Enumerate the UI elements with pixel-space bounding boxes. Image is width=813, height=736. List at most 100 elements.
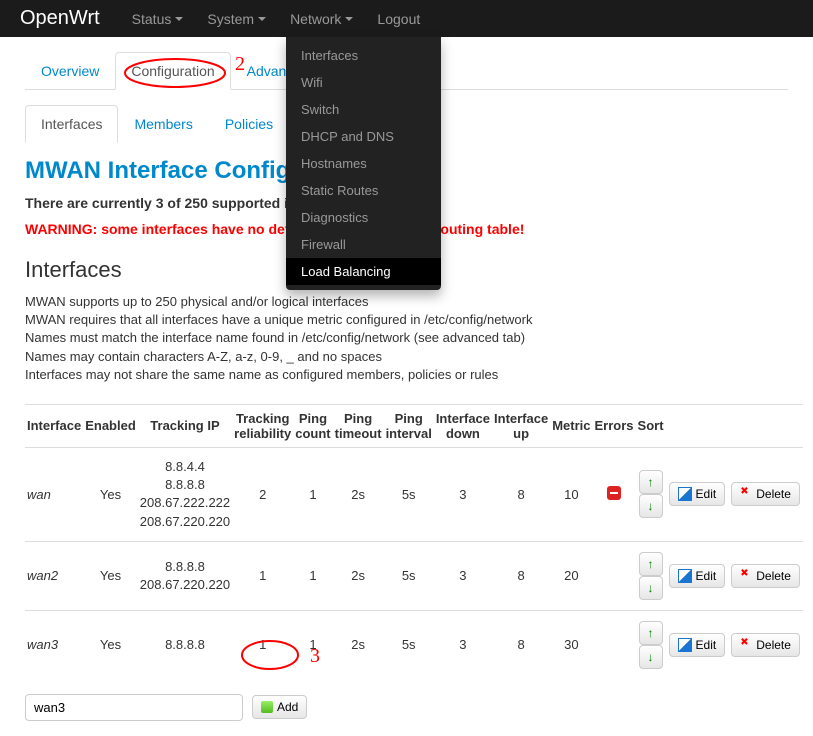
cell: wan2 xyxy=(25,541,83,610)
delete-button[interactable]: Delete xyxy=(731,482,800,506)
interfaces-table: InterfaceEnabledTracking IPTracking reli… xyxy=(25,404,803,679)
note-line: MWAN supports up to 250 physical and/or … xyxy=(25,293,788,311)
sort-cell xyxy=(636,610,666,679)
delete-button[interactable]: Delete xyxy=(731,633,800,657)
delete-icon xyxy=(740,639,752,651)
cell xyxy=(593,610,636,679)
sort-down-button[interactable] xyxy=(639,494,663,518)
dropdown-item-switch[interactable]: Switch xyxy=(286,96,441,123)
add-row: Add xyxy=(25,694,788,721)
chevron-down-icon xyxy=(175,17,183,21)
delete-button[interactable]: Delete xyxy=(731,564,800,588)
nav-network[interactable]: Network xyxy=(278,3,365,35)
col-header: Ping count xyxy=(293,404,332,447)
col-header: Tracking reliability xyxy=(232,404,293,447)
cell: Yes xyxy=(83,541,138,610)
cell: 1 xyxy=(293,610,332,679)
dropdown-item-hostnames[interactable]: Hostnames xyxy=(286,150,441,177)
col-header: Sort xyxy=(636,404,666,447)
cell: 5s xyxy=(384,610,434,679)
col-header: Metric xyxy=(550,404,592,447)
cell: 1 xyxy=(293,447,332,541)
sort-down-button[interactable] xyxy=(639,576,663,600)
edit-icon xyxy=(678,638,692,652)
brand: OpenWrt xyxy=(20,7,100,30)
col-header: Ping interval xyxy=(384,404,434,447)
dropdown-item-static-routes[interactable]: Static Routes xyxy=(286,177,441,204)
edit-cell: Edit xyxy=(666,541,729,610)
sort-down-button[interactable] xyxy=(639,645,663,669)
col-header: Ping timeout xyxy=(333,404,384,447)
cell: 8.8.8.8208.67.220.220 xyxy=(138,541,232,610)
cell: 3 xyxy=(434,610,492,679)
edit-button[interactable]: Edit xyxy=(669,482,726,506)
edit-icon xyxy=(678,487,692,501)
edit-icon xyxy=(678,569,692,583)
nav-status[interactable]: Status xyxy=(120,3,196,35)
sort-up-button[interactable] xyxy=(639,621,663,645)
cell: 5s xyxy=(384,447,434,541)
dropdown-item-load-balancing[interactable]: Load Balancing xyxy=(286,258,441,285)
cell: 2 xyxy=(232,447,293,541)
tab-members[interactable]: Members xyxy=(118,105,208,143)
cell: 5s xyxy=(384,541,434,610)
dropdown-item-dhcp-and-dns[interactable]: DHCP and DNS xyxy=(286,123,441,150)
notes: MWAN supports up to 250 physical and/or … xyxy=(25,293,788,384)
cell: 1 xyxy=(232,610,293,679)
navbar: OpenWrt Status System Network Logout xyxy=(0,0,813,37)
edit-cell: Edit xyxy=(666,610,729,679)
cell: Yes xyxy=(83,447,138,541)
cell: 1 xyxy=(293,541,332,610)
sort-up-button[interactable] xyxy=(639,552,663,576)
cell: 2s xyxy=(333,447,384,541)
dropdown-item-diagnostics[interactable]: Diagnostics xyxy=(286,204,441,231)
nav-logout[interactable]: Logout xyxy=(365,3,432,35)
error-icon xyxy=(607,486,621,500)
nav-system[interactable]: System xyxy=(195,3,278,35)
cell: 1 xyxy=(232,541,293,610)
edit-button[interactable]: Edit xyxy=(669,564,726,588)
col-header: Interface up xyxy=(492,404,550,447)
dropdown-item-interfaces[interactable]: Interfaces xyxy=(286,42,441,69)
edit-cell: Edit xyxy=(666,447,729,541)
delete-icon xyxy=(740,488,752,500)
cell xyxy=(593,447,636,541)
col-header: Tracking IP xyxy=(138,404,232,447)
sort-up-button[interactable] xyxy=(639,470,663,494)
add-button[interactable]: Add xyxy=(252,695,307,719)
tab-configuration[interactable]: Configuration xyxy=(115,52,230,90)
delete-cell: Delete xyxy=(728,447,803,541)
cell: 20 xyxy=(550,541,592,610)
note-line: Names may contain characters A-Z, a-z, 0… xyxy=(25,348,788,366)
sort-cell xyxy=(636,541,666,610)
col-header: Errors xyxy=(593,404,636,447)
cell: 8 xyxy=(492,541,550,610)
delete-cell: Delete xyxy=(728,541,803,610)
cell xyxy=(593,541,636,610)
cell: 2s xyxy=(333,610,384,679)
sort-cell xyxy=(636,447,666,541)
table-row: wan3Yes8.8.8.8112s5s3830 EditDelete xyxy=(25,610,803,679)
dropdown-item-firewall[interactable]: Firewall xyxy=(286,231,441,258)
cell: 8 xyxy=(492,610,550,679)
note-line: Interfaces may not share the same name a… xyxy=(25,366,788,384)
cell: Yes xyxy=(83,610,138,679)
cell: 8.8.8.8 xyxy=(138,610,232,679)
delete-cell: Delete xyxy=(728,610,803,679)
tab-policies[interactable]: Policies xyxy=(209,105,289,143)
tab-interfaces[interactable]: Interfaces xyxy=(25,105,118,143)
network-dropdown: InterfacesWifiSwitchDHCP and DNSHostname… xyxy=(286,37,441,290)
edit-button[interactable]: Edit xyxy=(669,633,726,657)
table-row: wanYes8.8.4.48.8.8.8208.67.222.222208.67… xyxy=(25,447,803,541)
col-header: Enabled xyxy=(83,404,138,447)
dropdown-item-wifi[interactable]: Wifi xyxy=(286,69,441,96)
cell: wan3 xyxy=(25,610,83,679)
note-line: MWAN requires that all interfaces have a… xyxy=(25,311,788,329)
chevron-down-icon xyxy=(345,17,353,21)
table-row: wan2Yes8.8.8.8208.67.220.220112s5s3820 E… xyxy=(25,541,803,610)
col-header xyxy=(728,404,803,447)
tab-overview[interactable]: Overview xyxy=(25,52,115,90)
col-header xyxy=(666,404,729,447)
new-interface-input[interactable] xyxy=(25,694,243,721)
cell: 8 xyxy=(492,447,550,541)
